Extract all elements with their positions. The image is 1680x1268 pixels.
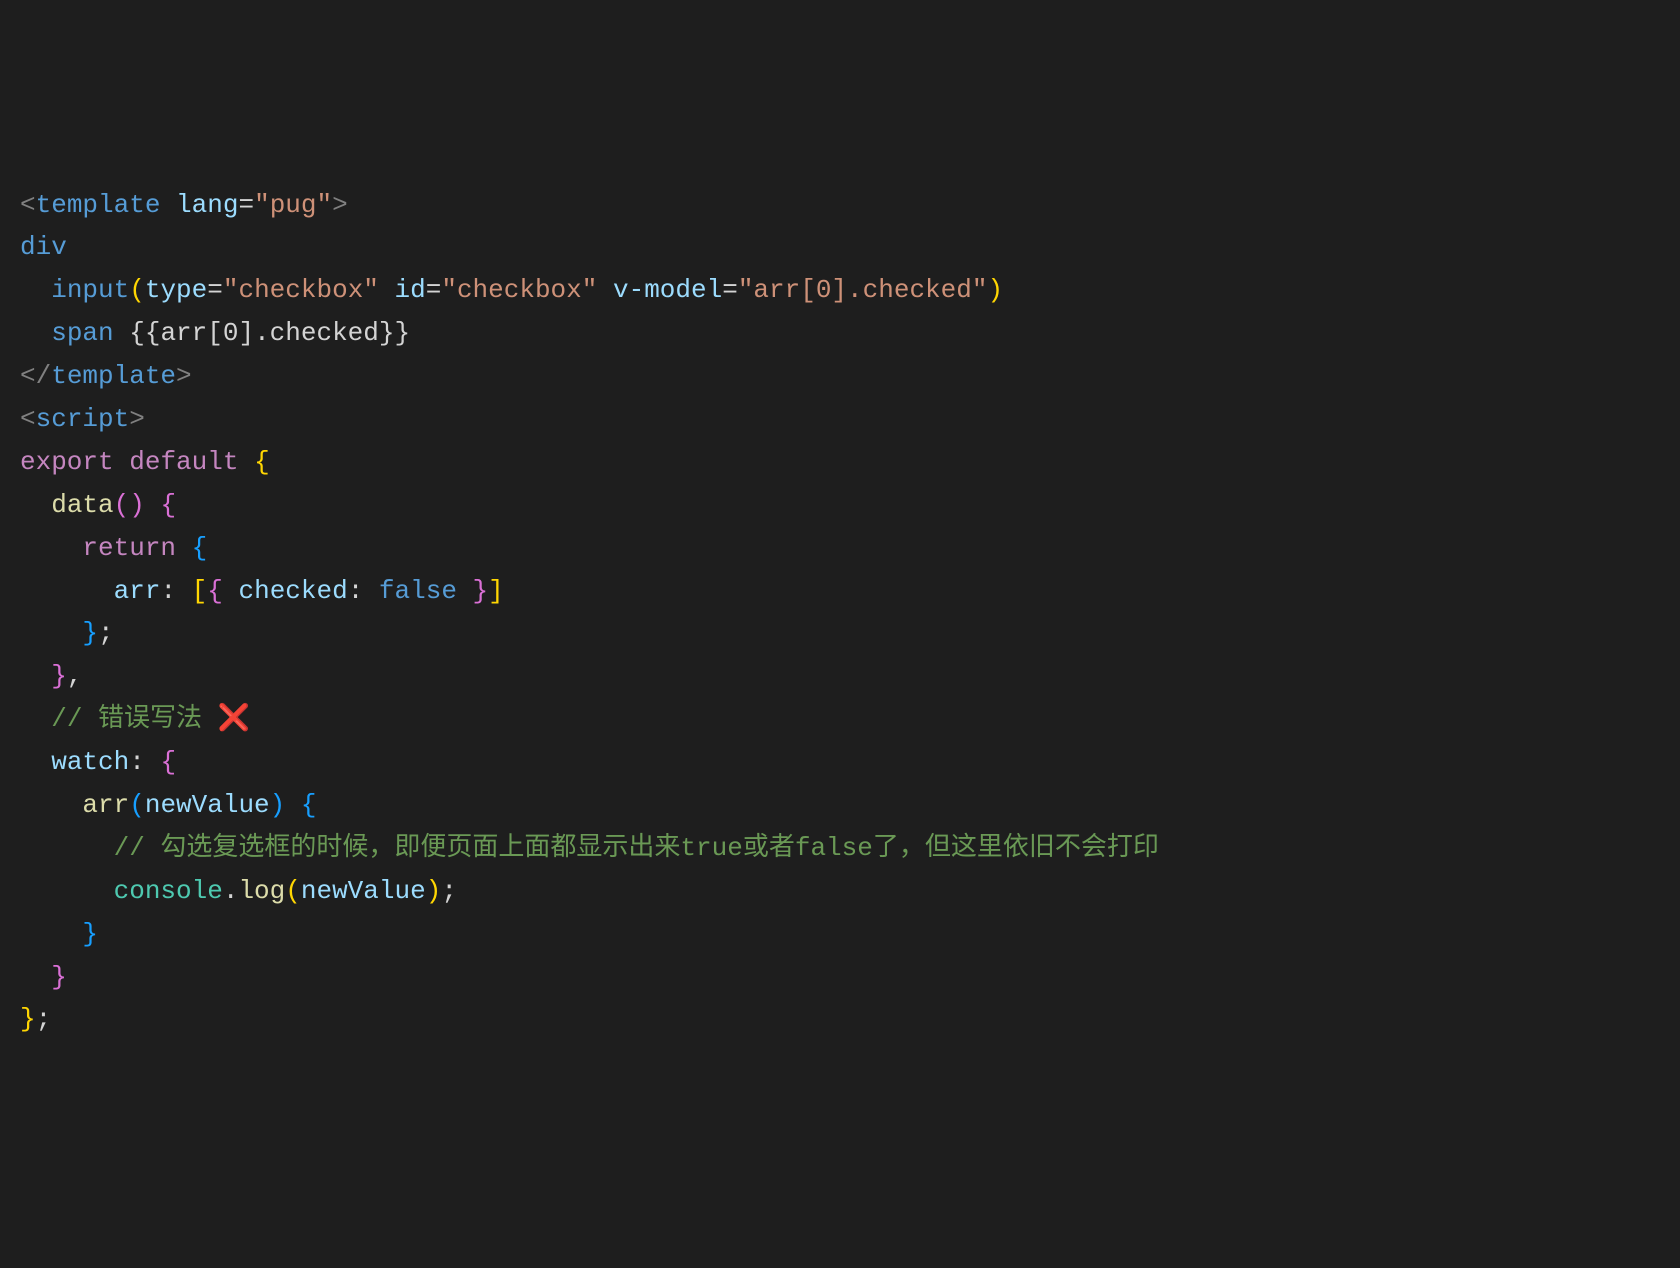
code-line-10: arr: [{ checked: false }] [20,570,1660,613]
code-line-15: arr(newValue) { [20,784,1660,827]
code-line-17: console.log(newValue); [20,870,1660,913]
code-line-12: }, [20,655,1660,698]
code-line-7: export default { [20,441,1660,484]
code-line-18: } [20,913,1660,956]
code-line-19: } [20,956,1660,999]
code-line-20: }; [20,998,1660,1041]
code-line-1: <template lang="pug"> [20,184,1660,227]
code-line-11: }; [20,612,1660,655]
code-line-5: </template> [20,355,1660,398]
code-line-8: data() { [20,484,1660,527]
code-line-3: input(type="checkbox" id="checkbox" v-mo… [20,269,1660,312]
code-line-2: div [20,226,1660,269]
code-line-6: <script> [20,398,1660,441]
code-line-16: // 勾选复选框的时候，即便页面上面都显示出来true或者false了，但这里依… [20,827,1660,870]
code-editor[interactable]: <template lang="pug">div input(type="che… [20,184,1660,1042]
code-line-9: return { [20,527,1660,570]
code-line-4: span {{arr[0].checked}} [20,312,1660,355]
code-line-13: // 错误写法 ❌ [20,698,1660,741]
code-line-14: watch: { [20,741,1660,784]
cross-icon: ❌ [218,704,250,734]
